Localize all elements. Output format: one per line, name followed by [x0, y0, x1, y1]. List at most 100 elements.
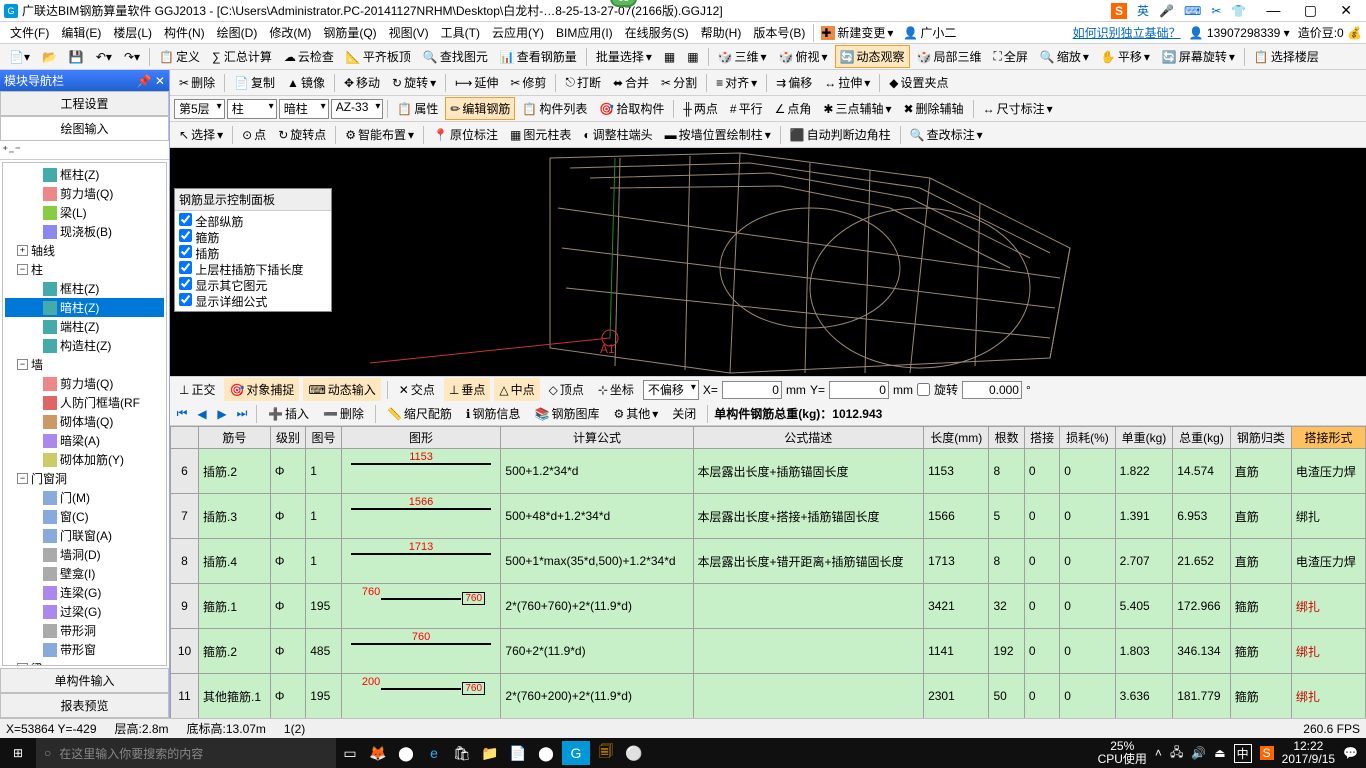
tree-item[interactable]: 门(M) — [5, 488, 164, 507]
col-header[interactable]: 级别 — [270, 427, 305, 449]
select-floor[interactable]: 第5层 — [174, 99, 225, 119]
col-header[interactable]: 钢筋归类 — [1230, 427, 1291, 449]
tb-new[interactable]: 📄▾ — [4, 47, 35, 67]
tree-item[interactable]: −墙 — [5, 355, 164, 374]
tb-sum[interactable]: ∑ 汇总计算 — [207, 45, 277, 68]
phone-badge[interactable]: 👤 13907298339 ▾ — [1189, 26, 1290, 40]
tb-parallel[interactable]: # 平行 — [725, 97, 768, 120]
nav-first[interactable]: ⏮ — [174, 406, 190, 422]
snap-dynamic[interactable]: ⌨ 动态输入 — [303, 378, 380, 401]
tree-item[interactable]: 带形窗 — [5, 640, 164, 659]
tb-define[interactable]: 📋 定义 — [154, 45, 205, 68]
sogou-lang[interactable]: 英 — [1137, 2, 1149, 19]
tb-pick[interactable]: 🎯 拾取构件 — [594, 97, 669, 120]
col-header[interactable] — [171, 427, 199, 449]
col-header[interactable]: 根数 — [989, 427, 1024, 449]
tree-item[interactable]: 框柱(Z) — [5, 165, 164, 184]
tb-find[interactable]: 🔍 查找图元 — [418, 45, 493, 68]
tb-grip[interactable]: ◆ 设置夹点 — [884, 71, 953, 94]
tray-hw-icon[interactable]: ⏏ — [1214, 746, 1225, 760]
tab-draw[interactable]: 绘图输入 — [0, 116, 169, 141]
y-input[interactable] — [829, 381, 889, 399]
skin-icon[interactable]: 👕 — [1231, 4, 1246, 18]
tree-item[interactable]: 端柱(Z) — [5, 317, 164, 336]
offset-select[interactable]: 不偏移 — [643, 380, 699, 400]
pin-icon[interactable]: 📌 ✕ — [137, 74, 165, 88]
tb-top[interactable]: 🎲 俯视 ▾ — [774, 45, 833, 68]
menu-modify[interactable]: 修改(M) — [263, 22, 317, 43]
mic-icon[interactable]: 🎤 — [1159, 4, 1174, 18]
other[interactable]: ⚙ 其他 ▾ — [608, 402, 663, 425]
rotate-checkbox[interactable] — [917, 383, 930, 396]
tb-inplace[interactable]: 📍 原位标注 — [428, 123, 503, 146]
snap-end[interactable]: ◇ 顶点 — [544, 378, 589, 401]
taskbar-app-6[interactable]: 📄 — [504, 738, 532, 768]
tree-item[interactable]: −门窗洞 — [5, 469, 164, 488]
tb-break[interactable]: ⎋ 打断 — [560, 71, 606, 94]
tb-flat-top[interactable]: 📐 平齐板顶 — [341, 45, 416, 68]
tray-net-icon[interactable]: 🖧 — [1170, 743, 1183, 764]
tb-orbit[interactable]: 🔄 动态观察 — [835, 45, 910, 68]
tb-smart[interactable]: ⚙ 智能布置 ▾ — [340, 123, 419, 146]
tree-item[interactable]: +轴线 — [5, 241, 164, 260]
menu-help[interactable]: 帮助(H) — [695, 22, 748, 43]
tb-angle[interactable]: ∠ 点角 — [770, 97, 817, 120]
col-header[interactable]: 长度(mm) — [924, 427, 989, 449]
notification-icon[interactable]: 💬 — [1343, 746, 1358, 760]
tb-redo[interactable]: ↷▾ — [119, 47, 145, 67]
tb-open[interactable]: 📂 — [37, 47, 62, 67]
col-header[interactable]: 损耗(%) — [1060, 427, 1115, 449]
tree-item[interactable]: 剪力墙(Q) — [5, 374, 164, 393]
taskbar-app-3[interactable]: e — [420, 738, 448, 768]
close-button[interactable]: ✕ — [1330, 2, 1362, 18]
task-view-icon[interactable]: ▭ — [336, 738, 364, 768]
tb-zoom[interactable]: 🔍 缩放 ▾ — [1035, 45, 1094, 68]
rebar-check[interactable]: 全部纵筋 — [179, 213, 327, 229]
tb-3pt-axis[interactable]: ✱ 三点辅轴 ▾ — [818, 97, 896, 120]
menu-floor[interactable]: 楼层(L) — [107, 22, 158, 43]
close-panel[interactable]: 关闭 — [667, 402, 701, 425]
taskbar-app-4[interactable]: 🛍 — [448, 738, 476, 768]
viewport[interactable]: A1 钢筋显示控制面板 全部纵筋 箍筋 插筋 上层柱插筋下插长度 显示其它图元 … — [170, 148, 1366, 376]
tree-item[interactable]: −柱 — [5, 260, 164, 279]
tb-edit-rebar[interactable]: ✏ 编辑钢筋 — [445, 97, 515, 120]
scale-rebar[interactable]: 📏 缩尺配筋 — [382, 402, 457, 425]
tb-align[interactable]: ≡ 对齐 ▾ — [711, 71, 762, 94]
tb-trim[interactable]: ✂ 修剪 — [505, 71, 551, 94]
minimize-button[interactable]: — — [1256, 2, 1290, 18]
tab-report[interactable]: 报表预览 — [0, 693, 169, 718]
tb-stretch[interactable]: ↔ 拉伸 ▾ — [819, 71, 875, 94]
tree-item[interactable]: 连梁(G) — [5, 583, 164, 602]
snap-int[interactable]: ✕ 交点 — [394, 378, 440, 401]
table-row[interactable]: 7插筋.3Φ11566500+48*d+1.2*34*d本层露出长度+搭接+插筋… — [171, 494, 1366, 539]
taskbar-app-5[interactable]: 📁 — [476, 738, 504, 768]
taskbar-app-1[interactable]: 🦊 — [364, 738, 392, 768]
tree-item[interactable]: 剪力墙(Q) — [5, 184, 164, 203]
snap-ortho[interactable]: ⊥ 正交 — [174, 378, 220, 401]
taskbar-app-7[interactable]: ⬤ — [532, 738, 560, 768]
tree-item[interactable]: 窗(C) — [5, 507, 164, 526]
menu-tool[interactable]: 工具(T) — [435, 22, 486, 43]
rebar-check[interactable]: 插筋 — [179, 245, 327, 261]
tb-undo[interactable]: ↶▾ — [91, 47, 117, 67]
tree-item[interactable]: 暗柱(Z) — [5, 298, 164, 317]
col-header[interactable]: 筋号 — [199, 427, 271, 449]
select-cat[interactable]: 柱 — [227, 99, 277, 119]
rot-input[interactable] — [962, 381, 1022, 399]
tree-item[interactable]: 框柱(Z) — [5, 279, 164, 298]
rebar-lib[interactable]: 📚 钢筋图库 — [529, 402, 604, 425]
tab-single[interactable]: 单构件输入 — [0, 668, 169, 693]
tree-item[interactable]: 过梁(G) — [5, 602, 164, 621]
tree-item[interactable]: 梁(L) — [5, 203, 164, 222]
col-header[interactable]: 单重(kg) — [1115, 427, 1173, 449]
snap-mid[interactable]: △ 中点 — [494, 378, 539, 401]
col-header[interactable]: 搭接形式 — [1291, 427, 1365, 449]
tb-list[interactable]: 📋 构件列表 — [517, 97, 592, 120]
table-row[interactable]: 9箍筋.1Φ1957607602*(760+760)+2*(11.9*d)342… — [171, 584, 1366, 629]
tb-view-rebar[interactable]: 📊 查看钢筋量 — [495, 45, 582, 68]
tray-sogou-icon[interactable]: S — [1260, 746, 1274, 760]
menu-online[interactable]: 在线服务(S) — [619, 22, 695, 43]
tree-item[interactable]: 砌体墙(Q) — [5, 412, 164, 431]
tree-item[interactable]: 壁龛(I) — [5, 564, 164, 583]
tb-save[interactable]: 💾 — [64, 47, 89, 67]
